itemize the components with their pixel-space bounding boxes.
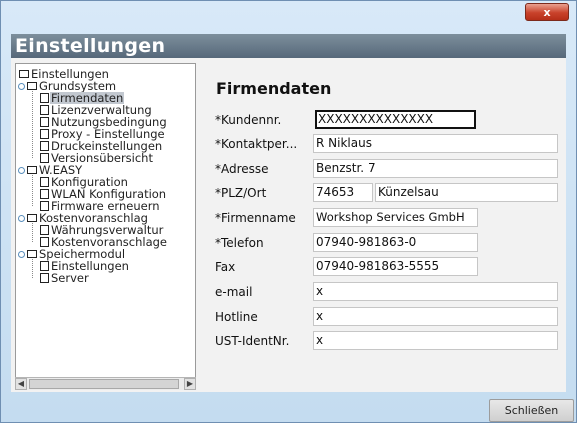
expand-toggle-icon[interactable]: [18, 251, 25, 258]
folder-icon: [27, 214, 37, 222]
scroll-right-arrow-icon[interactable]: ▶: [184, 378, 196, 390]
firmenname-field[interactable]: Workshop Services GmbH: [313, 208, 478, 227]
settings-tree: Einstellungen Grundsystem Firmendaten Lizen…: [18, 68, 196, 373]
document-icon: [40, 201, 49, 211]
ort-field[interactable]: Künzelsau: [375, 183, 558, 202]
window-close-button[interactable]: x: [525, 3, 569, 21]
document-icon: [40, 93, 49, 103]
document-icon: [40, 129, 49, 139]
tree-item[interactable]: Einstellungen: [18, 260, 196, 272]
folder-icon: [27, 166, 37, 174]
expand-toggle-icon[interactable]: [18, 215, 25, 222]
firmenname-label: *Firmenname: [215, 211, 296, 225]
document-icon: [40, 117, 49, 127]
document-icon: [40, 153, 49, 163]
kundennr-field[interactable]: XXXXXXXXXXXXXX: [315, 110, 476, 129]
plz-field[interactable]: 74653: [313, 183, 373, 202]
fax-field[interactable]: 07940-981863-5555: [313, 257, 478, 276]
kundennr-label: *Kundennr.: [215, 113, 282, 127]
form-title: Firmendaten: [216, 79, 332, 98]
tree-connector-line: [32, 223, 33, 242]
settings-tree-panel: Einstellungen Grundsystem Firmendaten Lizen…: [15, 63, 196, 390]
scrollbar-thumb[interactable]: [29, 379, 179, 389]
expand-toggle-icon[interactable]: [18, 83, 25, 90]
document-icon: [40, 225, 49, 235]
telefon-label: *Telefon: [215, 236, 264, 250]
tree-connector-line: [32, 175, 33, 206]
document-icon: [40, 189, 49, 199]
document-icon: [40, 261, 49, 271]
ust-ident-label: UST-IdentNr.: [215, 334, 290, 348]
document-icon: [40, 237, 49, 247]
document-icon: [40, 273, 49, 283]
adresse-field[interactable]: Benzstr. 7: [313, 159, 558, 178]
tree-item-label: Server: [51, 271, 89, 285]
title-bar: x: [1, 1, 576, 23]
close-icon: x: [543, 5, 551, 19]
document-icon: [40, 177, 49, 187]
page-title: Einstellungen: [11, 34, 566, 58]
adresse-label: *Adresse: [215, 162, 269, 176]
tree-connector-line: [32, 259, 33, 278]
tree-item[interactable]: Server: [18, 272, 196, 284]
ust-ident-field[interactable]: x: [313, 331, 558, 350]
email-label: e-mail: [215, 285, 253, 299]
tree-connector-line: [32, 91, 33, 158]
email-field[interactable]: x: [313, 282, 558, 301]
scroll-left-arrow-icon[interactable]: ◀: [15, 378, 27, 390]
folder-icon: [19, 70, 29, 78]
horizontal-scrollbar[interactable]: ◀ ▶: [15, 377, 196, 390]
hotline-label: Hotline: [215, 310, 258, 324]
kontaktperson-label: *Kontaktper...: [215, 137, 298, 151]
hotline-field[interactable]: x: [313, 307, 558, 326]
folder-icon: [27, 82, 37, 90]
kontaktperson-field[interactable]: R Niklaus: [313, 134, 558, 153]
plz-ort-label: *PLZ/Ort: [215, 186, 267, 200]
folder-icon: [27, 250, 37, 258]
fax-label: Fax: [215, 260, 236, 274]
close-button[interactable]: Schließen: [489, 399, 574, 422]
document-icon: [40, 105, 49, 115]
telefon-field[interactable]: 07940-981863-0: [313, 233, 478, 252]
settings-window: x Einstellungen Einstellungen Grundsystem…: [0, 0, 577, 423]
document-icon: [40, 141, 49, 151]
expand-toggle-icon[interactable]: [18, 167, 25, 174]
